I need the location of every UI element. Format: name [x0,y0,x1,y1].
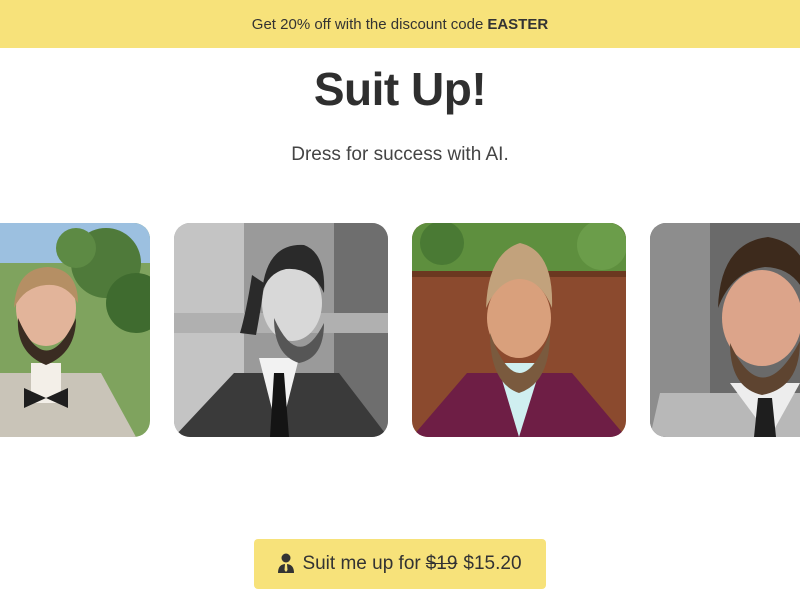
cta-label: Suit me up for [302,553,421,574]
portrait-image [0,223,150,437]
portrait-image [650,223,800,437]
new-price: $15.20 [463,553,522,574]
portrait-image [174,223,388,437]
gallery-image-4 [650,223,800,437]
gallery-image-1 [0,223,150,437]
discount-code: EASTER [487,15,549,33]
person-icon [278,553,295,579]
gallery-image-3 [412,223,626,437]
suit-up-button[interactable]: Suit me up for $19 $15.20 [254,539,546,589]
image-carousel[interactable] [0,223,800,437]
page-subtitle: Dress for success with AI. [291,144,509,165]
promo-banner: Get 20% off with the discount code EASTE… [0,0,800,48]
page-title: Suit Up! [313,63,487,115]
portrait-image [412,223,626,437]
gallery-image-2 [174,223,388,437]
promo-text: Get 20% off with the discount code [251,15,484,33]
old-price: $19 [425,553,458,574]
